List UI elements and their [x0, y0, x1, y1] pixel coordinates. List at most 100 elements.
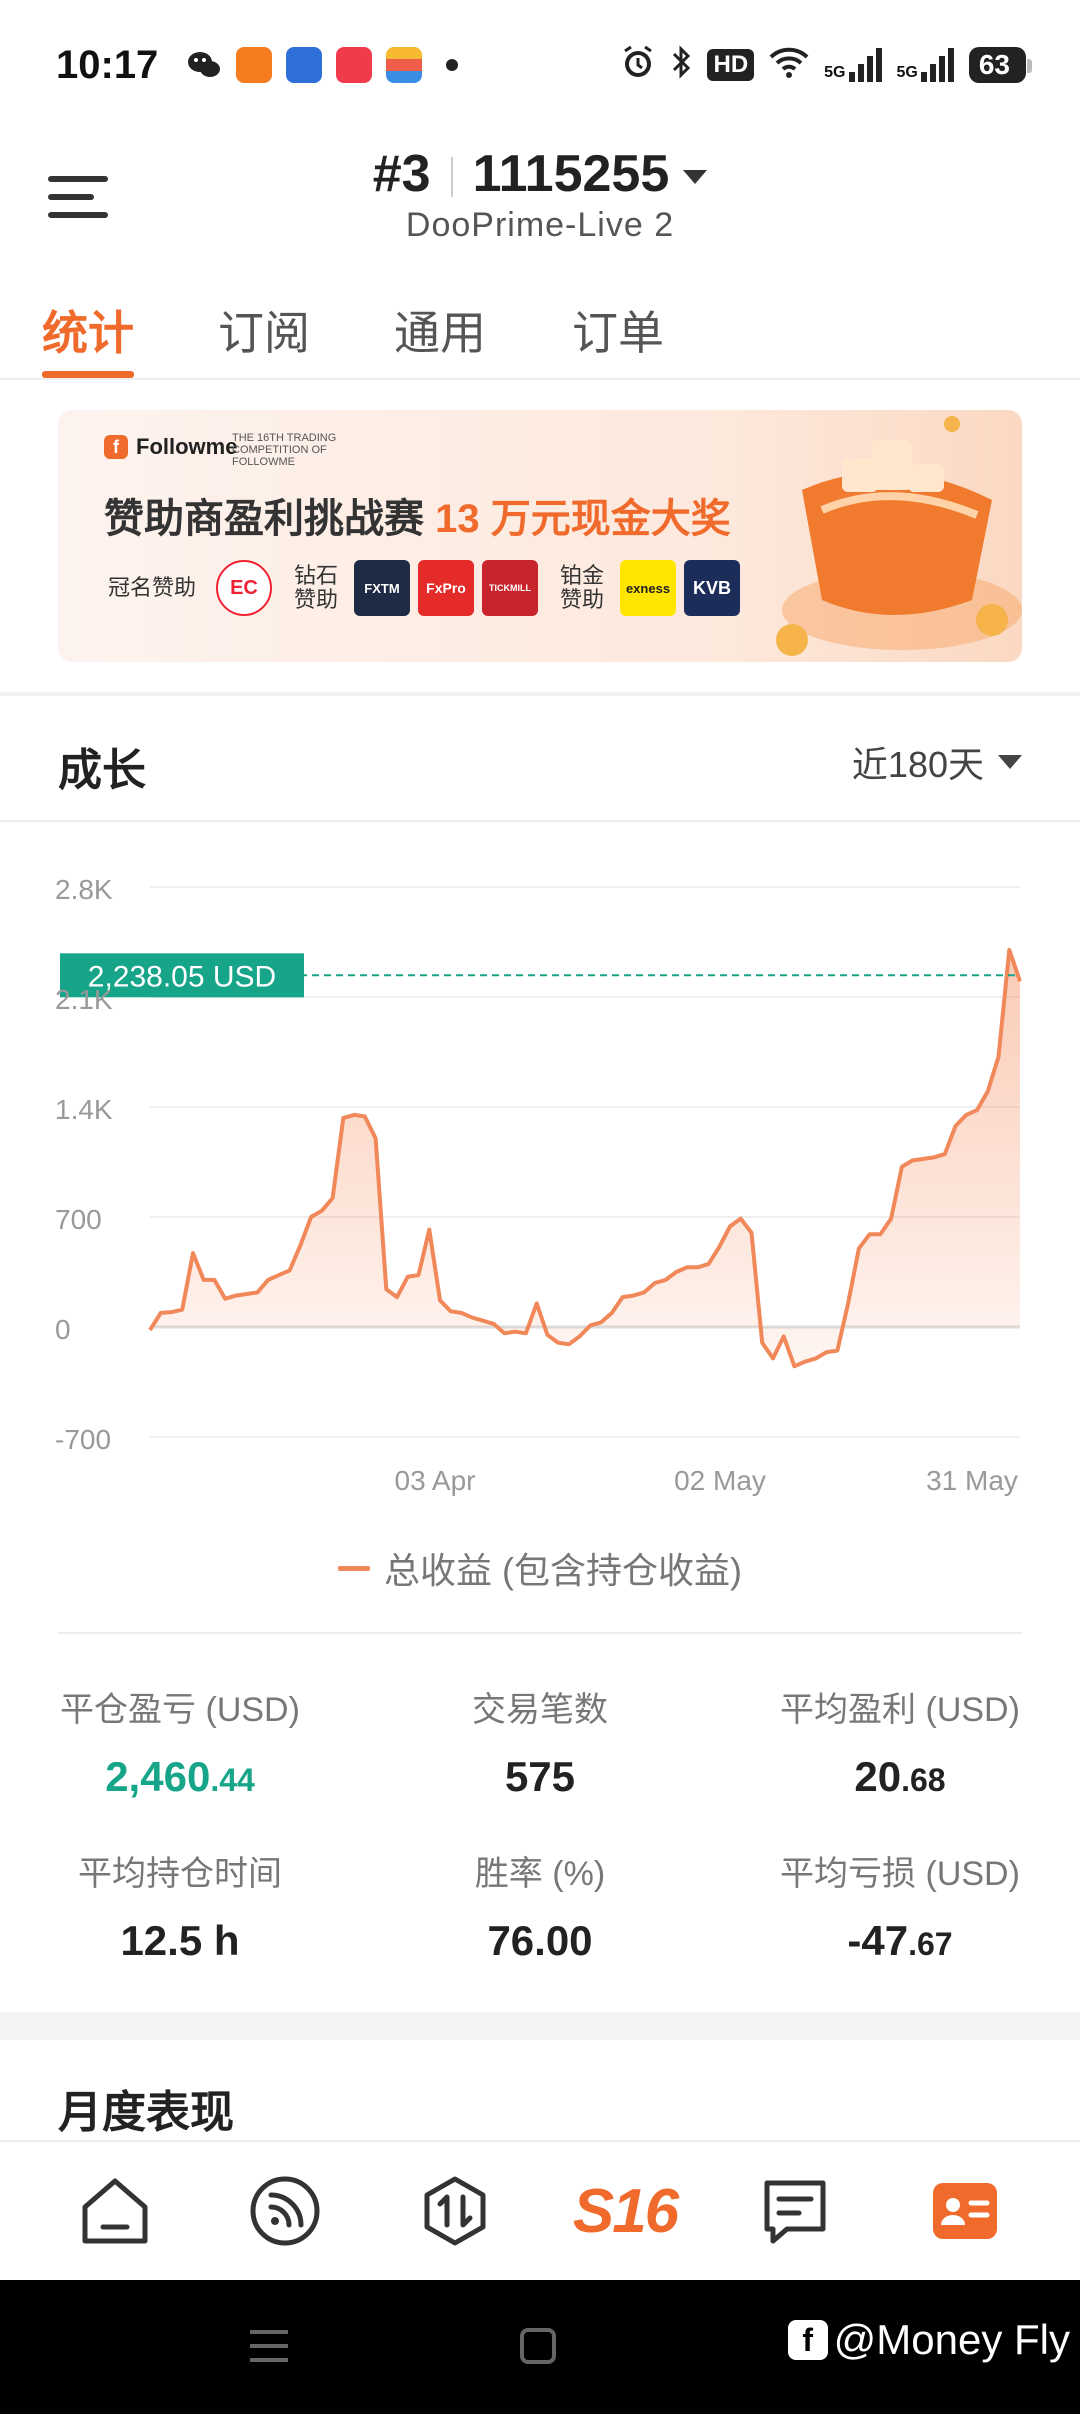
home-button-icon[interactable]	[518, 2326, 558, 2366]
x-tick-label: 31 May	[926, 1465, 1018, 1496]
stat-label: 平仓盈亏 (USD)	[60, 1691, 300, 1729]
stat-value-main: 575	[504, 1753, 576, 1800]
growth-section-header: 成长 近180天	[0, 696, 1080, 822]
legend-label: 总收益 (包含持仓收益)	[384, 1550, 742, 1591]
trade-icon	[424, 2176, 486, 2246]
y-tick-label: 2.1K	[55, 984, 113, 1015]
banner-title: 赞助商盈利挑战赛 13 万元现金大奖	[104, 486, 731, 544]
legend-swatch	[338, 1565, 370, 1571]
growth-chart-svg: 2,238.05 USD 2.8K 2.1K 1.4K 700 0 -700 03 Apr 0…	[55, 874, 1022, 1496]
server-name: DooPrime-Live 2	[405, 206, 675, 244]
account-id: 1115255	[472, 145, 670, 203]
trophy-illustration	[776, 416, 1022, 656]
stat-item: 胜率 (%) 76.00	[375, 1846, 705, 1965]
alarm-icon	[619, 43, 657, 88]
stat-value-main: 20	[854, 1753, 902, 1800]
current-value-label: 2,238.05 USD	[88, 960, 276, 993]
nav-trade[interactable]	[410, 2166, 500, 2256]
stat-value: 575	[375, 1753, 705, 1801]
stat-item: 平均盈利 (USD) 20.68	[735, 1682, 1065, 1801]
stat-value: -47.67	[735, 1917, 1065, 1965]
chevron-down-icon	[683, 170, 708, 185]
nav-s16[interactable]: S16	[573, 2166, 679, 2256]
message-icon	[764, 2180, 826, 2244]
sponsor-ec-logo: EC	[216, 560, 272, 616]
growth-chart[interactable]: 2,238.05 USD 2.8K 2.1K 1.4K 700 0 -700 03 Apr 0…	[0, 830, 1080, 1600]
y-tick-label: 700	[55, 1204, 102, 1235]
watermark-logo: f	[787, 2320, 828, 2360]
music-app-icon	[336, 47, 373, 83]
feed-icon	[250, 2176, 320, 2246]
stat-item: 交易笔数 575	[375, 1682, 705, 1801]
status-time: 10:17	[56, 42, 159, 87]
account-separator	[450, 157, 453, 198]
app-icon-orange	[236, 47, 273, 83]
active-tab-indicator	[42, 371, 134, 378]
tab-statistics[interactable]: 统计	[42, 297, 134, 363]
sponsor-kvb-logo: KVB	[684, 560, 740, 616]
nav-messages[interactable]	[750, 2166, 840, 2256]
s16-competition-icon: S16	[572, 2176, 679, 2246]
followme-logo: f Followme	[104, 434, 237, 460]
stat-value: 12.5 h	[15, 1917, 345, 1965]
stat-value-decimal: .44	[210, 1762, 255, 1798]
sponsor-tickmill-logo: TICKMILL	[482, 560, 538, 616]
more-notifications-dot	[446, 59, 459, 71]
y-tick-label: 1.4K	[55, 1094, 113, 1125]
stat-value: 2,460.44	[15, 1753, 345, 1801]
stat-label: 平均亏损 (USD)	[780, 1855, 1020, 1893]
net-label-a: 5G	[824, 64, 846, 81]
tab-bar: 统计 订阅 通用 订单	[0, 275, 1080, 380]
range-dropdown[interactable]: 近180天	[852, 736, 1022, 788]
platinum-sponsor-label: 铂金赞助	[560, 563, 605, 612]
sponsor-row: 冠名赞助 EC 钻石赞助 FXTM FxPro TICKMILL 铂金赞助 ex…	[108, 560, 748, 616]
profile-card-icon	[933, 2183, 997, 2239]
tab-subscribe[interactable]: 订阅	[218, 297, 310, 363]
stat-label: 平均持仓时间	[78, 1855, 282, 1893]
recent-apps-icon[interactable]	[248, 2326, 290, 2366]
y-tick-label: 0	[55, 1314, 71, 1345]
y-tick-label: 2.8K	[55, 874, 113, 905]
stat-value: 76.00	[375, 1917, 705, 1965]
stat-label: 平均盈利 (USD)	[780, 1691, 1020, 1729]
stat-value-main: 76.00	[487, 1917, 593, 1964]
series-area	[150, 949, 1020, 1367]
watermark: f @Money Fly	[787, 2316, 1070, 2364]
competition-banner[interactable]: f Followme THE 16TH TRADING COMPETITION …	[58, 410, 1022, 662]
x-tick-label: 03 Apr	[395, 1465, 476, 1496]
tab-general[interactable]: 通用	[394, 297, 486, 363]
stats-divider	[58, 1632, 1022, 1634]
x-tick-label: 02 May	[674, 1465, 766, 1496]
y-tick-label: -700	[55, 1424, 111, 1455]
nav-profile[interactable]	[920, 2166, 1010, 2256]
bluetooth-icon	[671, 44, 693, 87]
wechat-icon	[186, 47, 222, 83]
signal-5g-icon-2: 5G	[897, 48, 955, 82]
hd-voice-badge: HD	[707, 49, 755, 81]
range-dropdown-label: 近180天	[851, 744, 984, 785]
competition-tag: THE 16TH TRADING COMPETITION OF FOLLOWME	[232, 432, 337, 468]
section-gap	[0, 2012, 1080, 2040]
status-indicators: HD 5G 5G 63	[619, 43, 1033, 88]
followme-logo-icon: f	[104, 435, 128, 459]
battery-indicator: 63	[968, 47, 1033, 83]
status-app-icons	[186, 47, 459, 83]
stat-value-main: 2,460	[105, 1753, 211, 1800]
stat-value-decimal: .67	[908, 1926, 953, 1962]
home-icon	[82, 2178, 148, 2244]
sponsor-fxpro-logo: FxPro	[418, 560, 474, 616]
sponsor-fxtm-logo: FXTM	[354, 560, 410, 616]
stat-value-main: 12.5 h	[120, 1917, 240, 1964]
banner-title-highlight: 13 万元现金大奖	[435, 497, 731, 541]
account-selector[interactable]: #3 1115255	[0, 144, 1080, 204]
chart-legend: 总收益 (包含持仓收益)	[0, 1542, 1080, 1594]
tab-orders[interactable]: 订单	[572, 297, 664, 363]
nav-feed[interactable]	[240, 2166, 330, 2256]
signal-5g-icon: 5G	[824, 48, 882, 82]
wifi-icon	[768, 45, 810, 86]
stat-item: 平仓盈亏 (USD) 2,460.44	[15, 1682, 345, 1801]
stat-value-decimal: .68	[901, 1762, 946, 1798]
nav-home[interactable]	[70, 2166, 160, 2256]
chevron-down-icon	[998, 755, 1022, 769]
growth-title: 成长	[58, 746, 146, 795]
